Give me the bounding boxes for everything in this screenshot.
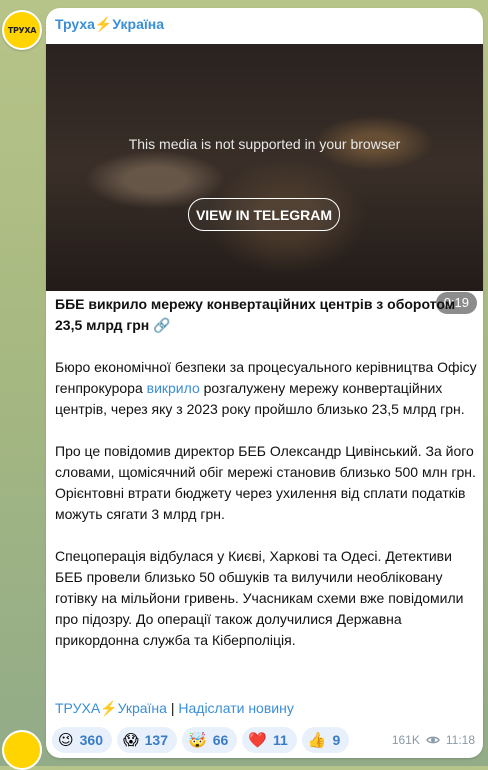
channel-link[interactable]: ТРУХА⚡Україна <box>55 700 167 716</box>
reactions-bar: 😉 360 😱 137 🤯 66 ❤️ 11 👍 9 <box>52 727 350 753</box>
reaction-count: 66 <box>212 732 229 748</box>
post-paragraph-3: Спецоперація відбулася у Києві, Харкові … <box>55 548 464 648</box>
reaction-thumbs-up[interactable]: 👍 9 <box>301 727 350 753</box>
channel-avatar-bottom[interactable] <box>2 730 42 770</box>
heart-emoji-icon: ❤️ <box>248 730 267 749</box>
inline-link-vykrylo[interactable]: викрило <box>147 380 200 396</box>
reaction-heart[interactable]: ❤️ 11 <box>242 727 297 753</box>
message-time: 11:18 <box>445 733 475 747</box>
reaction-count: 137 <box>144 732 168 748</box>
reaction-scream[interactable]: 😱 137 <box>117 727 177 753</box>
reaction-count: 9 <box>332 732 341 748</box>
send-news-link[interactable]: Надіслати новину <box>178 700 293 716</box>
mind-blown-emoji-icon: 🤯 <box>188 730 207 749</box>
post-text: ББЕ викрило мережу конвертаційних центрі… <box>55 294 477 672</box>
reaction-mind-blown[interactable]: 🤯 66 <box>182 727 238 753</box>
reaction-count: 11 <box>272 732 288 748</box>
footer-links: ТРУХА⚡Україна | Надіслати новину <box>55 700 294 717</box>
channel-avatar[interactable]: ТРУХА <box>2 10 42 50</box>
eye-icon <box>426 736 440 744</box>
message-bubble: Труха⚡Україна This media is not supporte… <box>46 8 483 758</box>
reaction-count: 360 <box>79 732 103 748</box>
post-paragraph-1: Бюро економічної безпеки за процесуально… <box>55 357 477 420</box>
post-headline: ББЕ викрило мережу конвертаційних центрі… <box>55 296 456 333</box>
post-paragraph-2: Про це повідомив директор БЕБ Олександр … <box>55 443 476 522</box>
reaction-wink[interactable]: 😉 360 <box>52 727 112 753</box>
wink-emoji-icon: 😉 <box>58 730 74 749</box>
channel-name[interactable]: Труха⚡Україна <box>55 16 164 33</box>
footer-separator: | <box>166 700 179 716</box>
media-unsupported-message: This media is not supported in your brow… <box>128 136 401 152</box>
avatar-logo-text: ТРУХА <box>7 25 37 35</box>
video-media[interactable]: This media is not supported in your brow… <box>46 44 483 314</box>
view-count: 161K <box>391 733 420 747</box>
message-meta: 161K 11:18 <box>392 733 475 747</box>
view-in-telegram-button[interactable]: VIEW IN TELEGRAM <box>188 198 340 231</box>
scream-emoji-icon: 😱 <box>123 730 139 749</box>
thumbs-up-emoji-icon: 👍 <box>307 730 327 749</box>
